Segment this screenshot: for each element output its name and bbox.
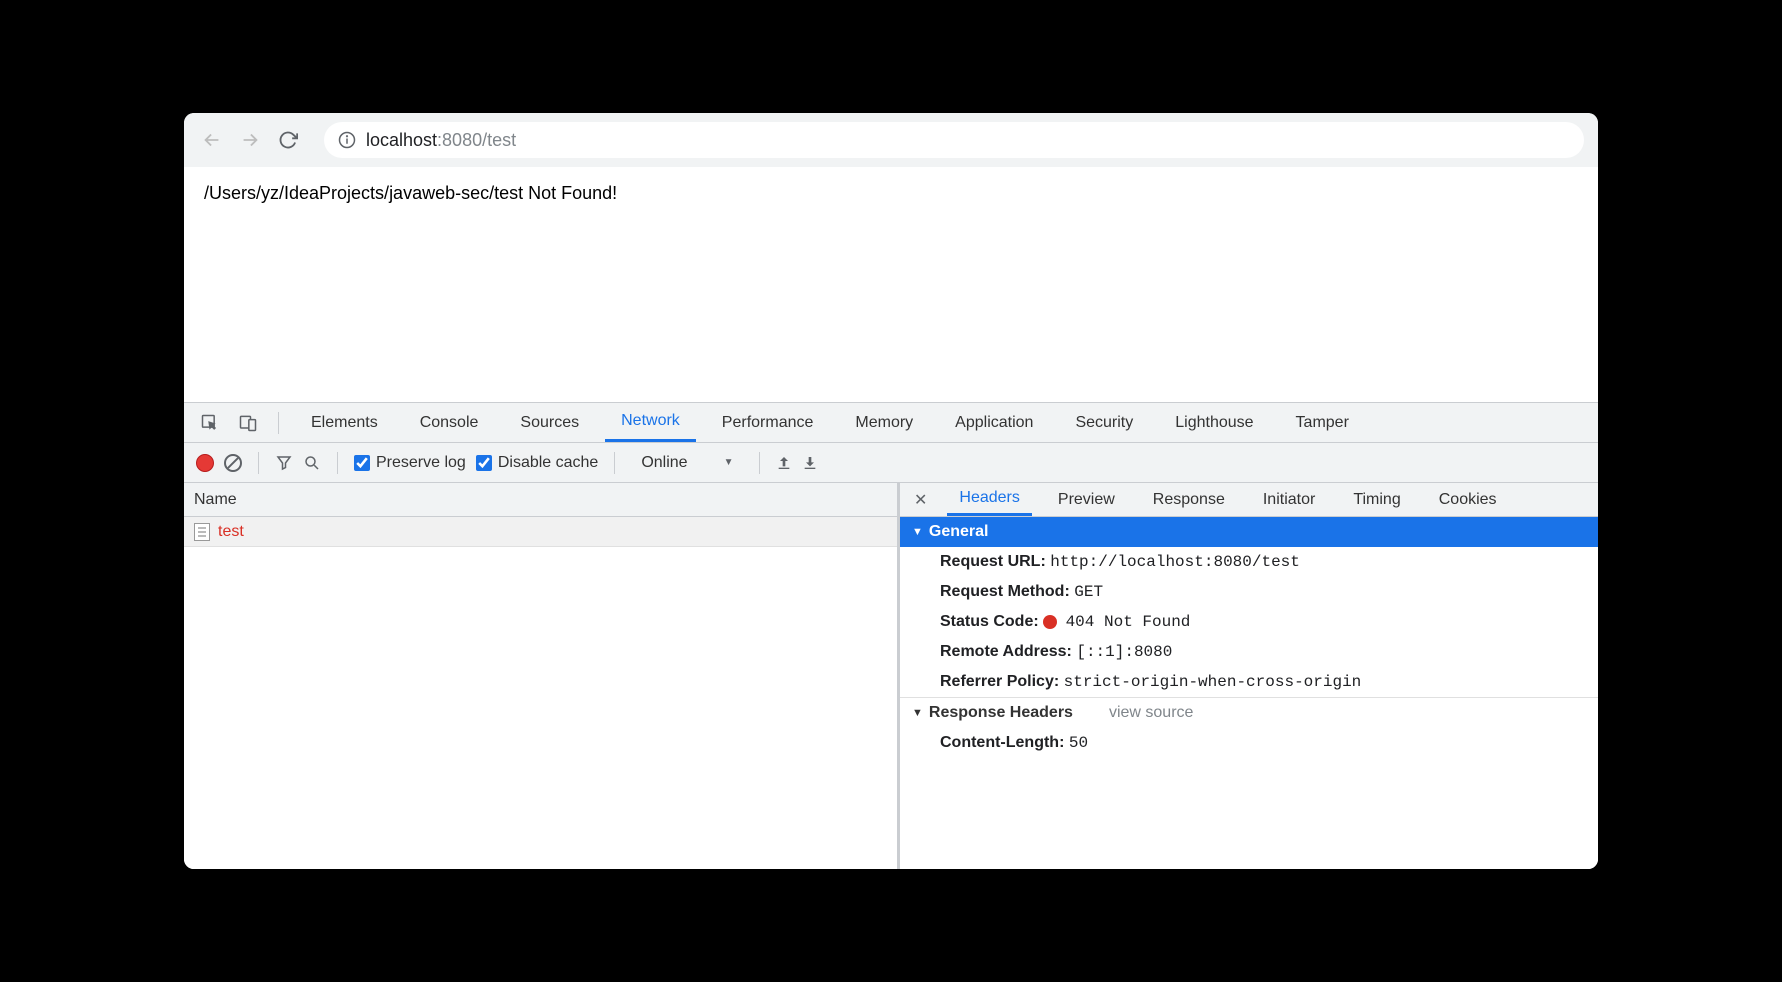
request-name: test — [218, 523, 244, 541]
url-host: localhost — [366, 130, 437, 150]
request-method-value: GET — [1074, 583, 1103, 601]
content-length-value: 50 — [1069, 734, 1088, 752]
remote-address-row: Remote Address: [::1]:8080 — [900, 637, 1598, 667]
request-url-value: http://localhost:8080/test — [1050, 553, 1300, 571]
request-list-panel: Name test — [184, 483, 900, 869]
browser-window: localhost:8080/test /Users/yz/IdeaProjec… — [184, 113, 1598, 869]
back-button[interactable] — [198, 126, 226, 154]
detail-tab-timing[interactable]: Timing — [1341, 483, 1412, 516]
clear-button[interactable] — [224, 454, 242, 472]
detail-tab-preview[interactable]: Preview — [1046, 483, 1127, 516]
record-button[interactable] — [196, 454, 214, 472]
divider — [337, 452, 338, 474]
throttling-select[interactable]: Online ▼ — [631, 454, 743, 472]
filter-icon[interactable] — [275, 454, 293, 472]
tab-tamper[interactable]: Tamper — [1280, 403, 1365, 442]
referrer-policy-value: strict-origin-when-cross-origin — [1064, 673, 1362, 691]
preserve-log-checkbox[interactable]: Preserve log — [354, 454, 466, 472]
detail-tab-response[interactable]: Response — [1141, 483, 1237, 516]
tab-memory[interactable]: Memory — [839, 403, 929, 442]
forward-button[interactable] — [236, 126, 264, 154]
remote-address-value: [::1]:8080 — [1076, 643, 1172, 661]
divider — [759, 452, 760, 474]
response-headers-title: Response Headers — [929, 704, 1073, 722]
tab-network[interactable]: Network — [605, 403, 696, 442]
tab-elements[interactable]: Elements — [295, 403, 394, 442]
disable-cache-input[interactable] — [476, 455, 492, 471]
address-bar[interactable]: localhost:8080/test — [324, 122, 1584, 158]
remote-address-label: Remote Address: — [940, 643, 1072, 660]
status-dot-icon — [1043, 615, 1057, 629]
preserve-log-input[interactable] — [354, 455, 370, 471]
url-text: localhost:8080/test — [366, 130, 516, 151]
request-method-label: Request Method: — [940, 583, 1070, 600]
referrer-policy-row: Referrer Policy: strict-origin-when-cros… — [900, 667, 1598, 697]
detail-body: ▼ General Request URL: http://localhost:… — [900, 517, 1598, 869]
tab-sources[interactable]: Sources — [504, 403, 595, 442]
chevron-down-icon: ▼ — [724, 457, 734, 468]
upload-har-icon[interactable] — [776, 455, 792, 471]
document-icon — [194, 523, 210, 541]
download-har-icon[interactable] — [802, 455, 818, 471]
general-title: General — [929, 523, 989, 541]
throttling-value: Online — [641, 454, 687, 472]
divider — [614, 452, 615, 474]
search-icon[interactable] — [303, 454, 321, 472]
disable-cache-label: Disable cache — [498, 454, 599, 472]
tab-performance[interactable]: Performance — [706, 403, 830, 442]
detail-tab-initiator[interactable]: Initiator — [1251, 483, 1327, 516]
content-length-row: Content-Length: 50 — [900, 728, 1598, 758]
detail-tab-headers[interactable]: Headers — [947, 483, 1031, 516]
tab-console[interactable]: Console — [404, 403, 495, 442]
divider — [278, 412, 279, 434]
divider — [258, 452, 259, 474]
devtools-tabs: Elements Console Sources Network Perform… — [184, 403, 1598, 443]
detail-tab-cookies[interactable]: Cookies — [1427, 483, 1509, 516]
referrer-policy-label: Referrer Policy: — [940, 673, 1059, 690]
triangle-down-icon: ▼ — [912, 707, 923, 719]
page-content: /Users/yz/IdeaProjects/javaweb-sec/test … — [184, 167, 1598, 402]
status-code-label: Status Code: — [940, 613, 1039, 630]
request-method-row: Request Method: GET — [900, 577, 1598, 607]
disable-cache-checkbox[interactable]: Disable cache — [476, 454, 599, 472]
request-url-row: Request URL: http://localhost:8080/test — [900, 547, 1598, 577]
status-code-row: Status Code: 404 Not Found — [900, 607, 1598, 637]
content-length-label: Content-Length: — [940, 734, 1064, 751]
network-controls: Preserve log Disable cache Online ▼ — [184, 443, 1598, 483]
response-headers-section-header[interactable]: ▼ Response Headers view source — [900, 697, 1598, 728]
site-info-icon[interactable] — [338, 131, 356, 149]
status-code-value: 404 Not Found — [1066, 613, 1191, 631]
view-source-link[interactable]: view source — [1109, 704, 1193, 722]
browser-toolbar: localhost:8080/test — [184, 113, 1598, 167]
inspect-icon[interactable] — [196, 413, 224, 433]
triangle-down-icon: ▼ — [912, 526, 923, 538]
url-path: /test — [482, 130, 516, 150]
preserve-log-label: Preserve log — [376, 454, 466, 472]
request-url-label: Request URL: — [940, 553, 1046, 570]
close-detail-button[interactable]: ✕ — [908, 490, 933, 510]
name-column-header[interactable]: Name — [184, 483, 897, 517]
general-section-header[interactable]: ▼ General — [900, 517, 1598, 547]
network-body: Name test ✕ Headers Preview Response Ini… — [184, 483, 1598, 869]
page-text: /Users/yz/IdeaProjects/javaweb-sec/test … — [204, 183, 617, 203]
url-port: :8080 — [437, 130, 482, 150]
device-mode-icon[interactable] — [234, 413, 262, 433]
detail-tabs: ✕ Headers Preview Response Initiator Tim… — [900, 483, 1598, 517]
tab-application[interactable]: Application — [939, 403, 1049, 442]
request-detail-panel: ✕ Headers Preview Response Initiator Tim… — [900, 483, 1598, 869]
tab-lighthouse[interactable]: Lighthouse — [1159, 403, 1269, 442]
tab-security[interactable]: Security — [1059, 403, 1149, 442]
request-row[interactable]: test — [184, 517, 897, 547]
reload-button[interactable] — [274, 126, 302, 154]
devtools-panel: Elements Console Sources Network Perform… — [184, 402, 1598, 869]
